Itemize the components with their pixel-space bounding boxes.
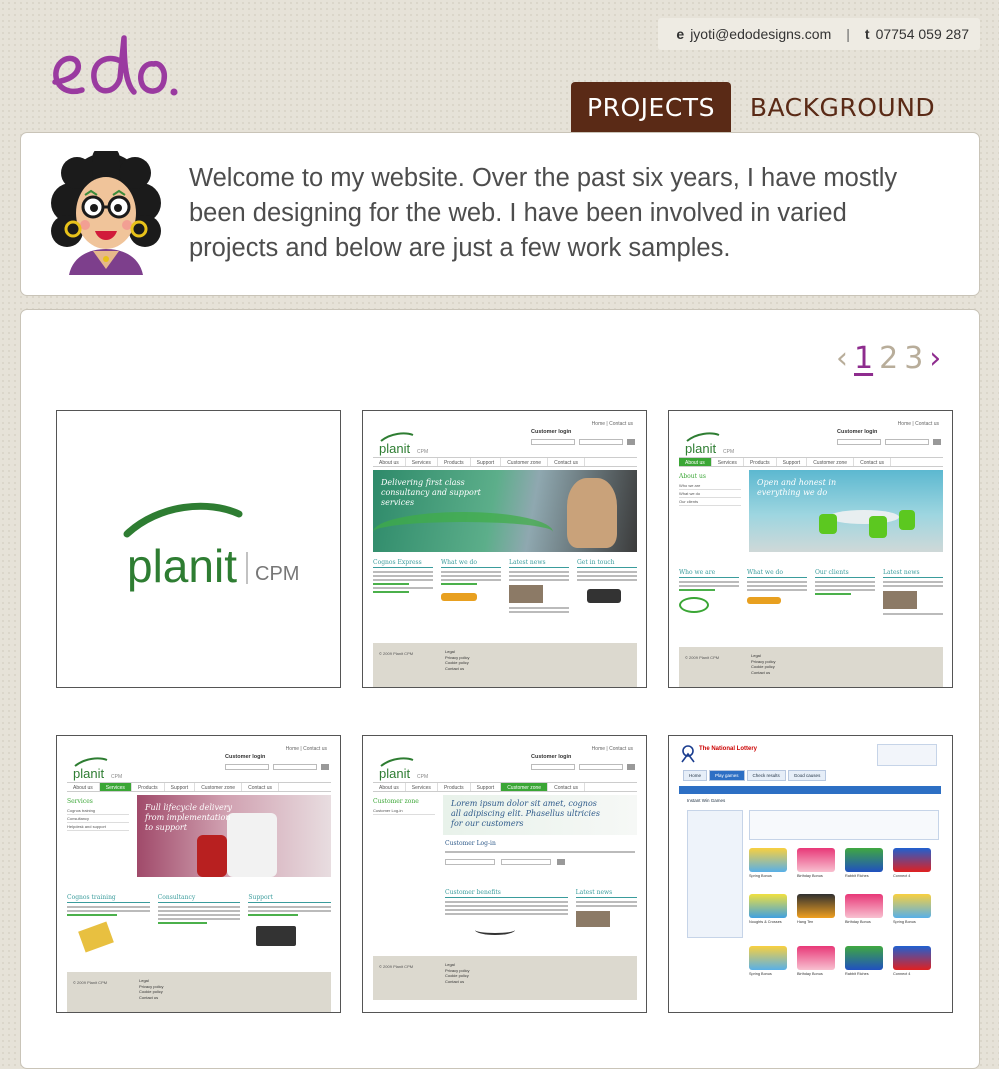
svg-text:planit: planit — [73, 766, 104, 781]
mini-nav: About us Services Products Support Customer … — [373, 782, 637, 792]
tab-background-label: BACKGROUND — [749, 92, 936, 122]
mini-sidebar: Services Cognos training Consultancy Hel… — [67, 798, 129, 831]
project-thumbnail-planit-services[interactable]: planit CPM Home | Contact us Customer lo… — [56, 735, 341, 1013]
chevron-left-icon[interactable]: ‹ — [836, 341, 848, 376]
mini-hero-banner: Open and honest in everything we do — [749, 470, 943, 552]
mini-login-label: Customer login — [531, 429, 572, 435]
lottery-logo-icon — [681, 745, 695, 763]
tab-projects[interactable]: PROJECTS — [571, 82, 731, 143]
planit-logo-sub: CPM — [255, 563, 299, 585]
mini-sidebar: Customer zone Customer Log-in — [373, 798, 435, 815]
project-thumbnail-planit-customer-zone[interactable]: planit CPM Home | Contact us Customer lo… — [362, 735, 647, 1013]
welcome-message: Welcome to my website. Over the past six… — [189, 164, 898, 262]
mini-lottery-tabs: Home Play games Check results Good causes — [683, 770, 827, 781]
mini-hero-banner: Delivering first class consultancy and s… — [373, 470, 637, 552]
mini-footer: © 2009 Planit CPM Legal Privacy policy Coo… — [67, 972, 331, 1012]
mini-columns: Cognos training Consultancy Support — [67, 894, 332, 953]
svg-text:planit: planit — [685, 441, 716, 456]
mini-footer: © 2009 Planit CPM Legal Privacy policy Coo… — [373, 643, 637, 687]
page-link-3[interactable]: 3 — [904, 341, 923, 376]
mini-nav: About us Services Products Support Customer … — [67, 782, 331, 792]
email-link[interactable]: jyoti@edodesigns.com — [690, 26, 831, 42]
svg-text:planit: planit — [379, 441, 410, 456]
project-thumbnail-planit-about[interactable]: planit CPM Home | Contact us Customer lo… — [668, 410, 953, 688]
mini-top-links: Home | Contact us — [897, 421, 939, 427]
mini-columns: Cognos Express What we do Latest news Ge… — [373, 559, 637, 615]
mini-lottery-page: The National Lottery Home Play games Check… — [673, 740, 949, 1010]
planit-logo: planit CPM — [685, 432, 734, 456]
mini-login-label: Customer login — [225, 754, 266, 760]
svg-text:CPM: CPM — [417, 449, 428, 455]
mini-nav: About us Services Products Support Customer … — [679, 457, 943, 467]
mini-footer: © 2009 Planit CPM Legal Privacy policy Coo… — [679, 647, 943, 687]
mini-top-links: Home | Contact us — [591, 746, 633, 752]
mini-lottery-section: Instant Win Games — [687, 798, 726, 803]
mini-lottery-bar — [679, 786, 941, 794]
mini-login-form: Customer Log-in — [445, 840, 635, 865]
mini-hero-banner: Full lifecycle delivery from implementat… — [137, 795, 331, 877]
chevron-right-icon[interactable]: › — [929, 341, 941, 376]
mini-footer: © 2009 Planit CPM Legal Privacy policy Coo… — [373, 956, 637, 1000]
avatar-illustration — [51, 151, 161, 275]
tab-background[interactable]: BACKGROUND — [745, 82, 940, 132]
mini-login-label: Customer login — [531, 754, 572, 760]
mini-login-fields — [225, 764, 329, 770]
mini-login-fields — [837, 439, 941, 445]
planit-logo: planit CPM — [73, 757, 122, 781]
project-thumbnail-planit-home[interactable]: planit CPM Home | Contact us Customer lo… — [362, 410, 647, 688]
email-label: e — [676, 26, 685, 42]
mini-lottery-header: The National Lottery — [673, 740, 949, 766]
project-thumbnail-national-lottery[interactable]: The National Lottery Home Play games Check… — [668, 735, 953, 1013]
phone-label: t — [864, 26, 870, 42]
planit-logo: planit CPM — [123, 502, 299, 592]
tab-projects-label: PROJECTS — [587, 92, 715, 122]
edo-logo[interactable] — [50, 24, 182, 106]
svg-text:CPM: CPM — [111, 774, 122, 780]
contact-separator: | — [846, 26, 850, 42]
mini-sidebar: About us Who we are What we do Our clien… — [679, 473, 741, 506]
svg-text:planit: planit — [379, 766, 410, 781]
phone-number: 07754 059 287 — [875, 26, 969, 42]
svg-text:CPM: CPM — [723, 449, 734, 455]
mini-login-fields — [531, 764, 635, 770]
mini-nav: About us Services Products Support Customer … — [373, 457, 637, 467]
mini-top-links: Home | Contact us — [285, 746, 327, 752]
lottery-title: The National Lottery — [699, 746, 758, 752]
mini-columns: Who we are What we do Our clients Latest… — [679, 569, 943, 617]
welcome-panel: Welcome to my website. Over the past six… — [20, 132, 980, 296]
mini-login-fields — [531, 439, 635, 445]
svg-text:CPM: CPM — [417, 774, 428, 780]
mini-lottery-filters — [687, 810, 743, 938]
pagination: ‹ 1 2 3 › — [836, 338, 941, 378]
planit-logo: planit CPM — [379, 757, 428, 781]
mini-hero-banner: Lorem ipsum dolor sit amet, cognos all a… — [443, 795, 637, 835]
planit-logo: planit CPM — [379, 432, 428, 456]
mini-columns: Customer benefits Latest news — [445, 889, 637, 935]
mini-login-label: Customer login — [837, 429, 878, 435]
page-link-2[interactable]: 2 — [879, 341, 898, 376]
project-thumbnail-planit-logo[interactable]: planit CPM — [56, 410, 341, 688]
planit-logo-text: planit — [127, 540, 237, 592]
mini-top-links: Home | Contact us — [591, 421, 633, 427]
page-link-1[interactable]: 1 — [854, 341, 873, 376]
contact-bar: e jyoti@edodesigns.com | t 07754 059 287 — [658, 18, 980, 50]
